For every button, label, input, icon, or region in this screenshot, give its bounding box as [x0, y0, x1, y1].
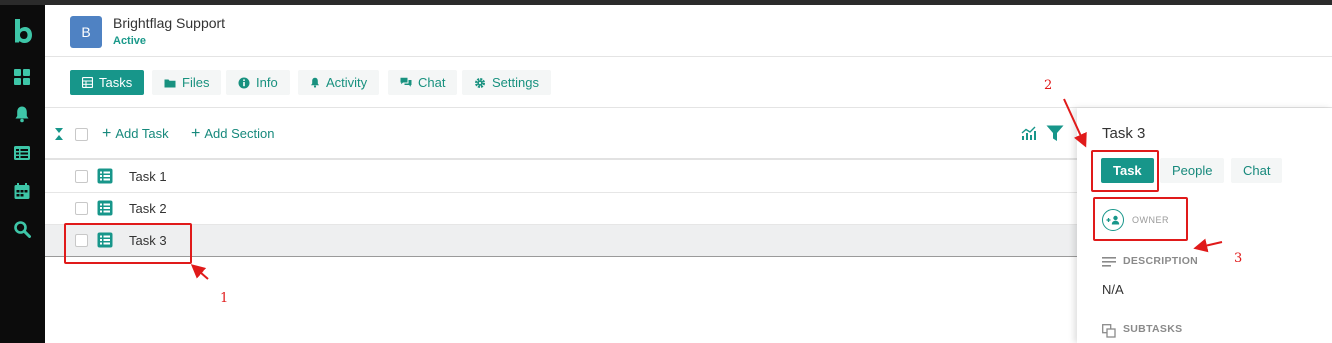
add-person-icon [1106, 215, 1120, 225]
description-lines-icon [1102, 257, 1116, 267]
task-name[interactable]: Task 2 [129, 201, 167, 216]
workspace-name: Brightflag Support [113, 15, 226, 31]
annotation-label-1: 1 [220, 291, 229, 306]
workspace-status: Active [113, 35, 147, 47]
tab-settings[interactable]: Settings [462, 70, 551, 95]
add-owner-icon[interactable] [1102, 209, 1124, 231]
tab-files[interactable]: Files [152, 70, 222, 95]
task-checkbox[interactable] [75, 234, 88, 247]
owner-label: OWNER [1132, 215, 1169, 225]
workspace-header: B Brightflag Support Active [45, 5, 1332, 57]
task-row[interactable]: Task 1 [45, 161, 1077, 193]
dashboard-icon[interactable] [13, 68, 31, 86]
tab-label: Files [182, 75, 210, 90]
table-icon [82, 77, 93, 88]
bell-icon [311, 77, 319, 88]
tab-activity[interactable]: Activity [298, 70, 380, 95]
plus-icon: + [191, 124, 201, 142]
subtasks-icon [1102, 324, 1116, 338]
workspace-tabs: Tasks Files Info Activity Chat Settings [45, 57, 1332, 108]
description-value[interactable]: N/A [1102, 282, 1124, 297]
tab-label: Info [256, 75, 278, 90]
task-list-icon [97, 168, 113, 184]
tab-info[interactable]: Info [226, 70, 290, 95]
analytics-icon[interactable] [1021, 126, 1037, 141]
task-checkbox[interactable] [75, 202, 88, 215]
collapse-all-icon[interactable] [55, 128, 63, 140]
annotation-label-3: 3 [1234, 251, 1243, 266]
annotation-arrow-1 [190, 264, 209, 280]
panel-tab-task[interactable]: Task [1101, 158, 1154, 183]
annotation-label-2: 2 [1044, 78, 1053, 93]
add-section-button[interactable]: + Add Section [191, 124, 275, 142]
tab-chat[interactable]: Chat [388, 70, 458, 95]
tab-label: Activity [326, 75, 368, 90]
task-detail-panel: Task 3 Task People Chat OWNER DESCRIPTIO… [1077, 108, 1332, 343]
add-section-label: Add Section [204, 126, 275, 141]
description-label: DESCRIPTION [1123, 255, 1199, 267]
task-list-icon [97, 232, 113, 248]
info-icon [238, 77, 250, 88]
plus-icon: + [102, 124, 112, 142]
filter-icon[interactable] [1046, 125, 1064, 142]
subtasks-label: SUBTASKS [1123, 323, 1183, 335]
task-list-icon[interactable] [13, 144, 31, 162]
gear-icon [475, 77, 485, 88]
panel-tab-people[interactable]: People [1160, 158, 1225, 183]
brand-logo-icon[interactable] [12, 17, 34, 47]
add-task-button[interactable]: + Add Task [102, 124, 169, 142]
tab-label: Chat [418, 75, 446, 90]
calendar-icon[interactable] [13, 182, 31, 200]
task-row-selected[interactable]: Task 3 [45, 225, 1077, 257]
task-row[interactable]: Task 2 [45, 193, 1077, 225]
notifications-bell-icon[interactable] [13, 105, 31, 123]
add-task-label: Add Task [115, 126, 169, 141]
task-toolbar: + Add Task + Add Section [45, 108, 1077, 160]
folder-icon [164, 79, 176, 87]
task-list-icon [97, 200, 113, 216]
task-checkbox[interactable] [75, 170, 88, 183]
panel-title: Task 3 [1102, 125, 1146, 142]
nav-rail [0, 5, 45, 343]
workspace-avatar: B [70, 16, 102, 48]
tab-label: Settings [492, 75, 539, 90]
task-name[interactable]: Task 3 [129, 233, 167, 248]
tab-tasks[interactable]: Tasks [70, 70, 145, 95]
select-all-checkbox[interactable] [75, 128, 88, 141]
search-icon[interactable] [13, 220, 31, 238]
task-name[interactable]: Task 1 [129, 169, 167, 184]
panel-tab-chat[interactable]: Chat [1231, 158, 1283, 183]
chat-icon [400, 77, 412, 87]
tab-label: Tasks [99, 75, 133, 90]
